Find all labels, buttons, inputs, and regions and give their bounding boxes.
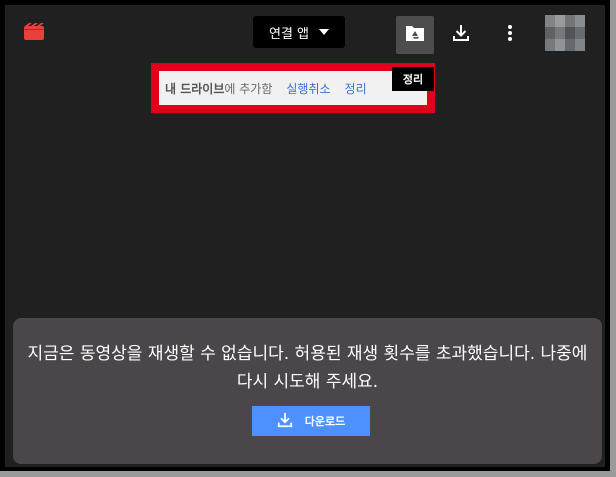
playback-error-panel: 지금은 동영상을 재생할 수 없습니다. 허용된 재생 횟수를 초과했습니다. … [13, 318, 602, 464]
download-icon [277, 412, 293, 431]
window-frame: 연결 앱 내 드라이브 에 추가함 실행취소 정리 정리 지금은 동영상을 재생… [0, 0, 616, 477]
top-toolbar: 연결 앱 [5, 5, 605, 61]
toast-drive-name: 내 드라이브 [165, 81, 225, 96]
toast-content: 내 드라이브 에 추가함 실행취소 정리 [159, 71, 427, 105]
organize-link[interactable]: 정리 [345, 80, 367, 97]
avatar[interactable] [545, 15, 585, 51]
video-viewer: 연결 앱 내 드라이브 에 추가함 실행취소 정리 정리 지금은 동영상을 재생… [5, 5, 605, 467]
connect-apps-label: 연결 앱 [268, 26, 309, 42]
more-vert-icon [507, 24, 513, 46]
add-to-drive-icon [405, 24, 425, 46]
toast-message: 에 추가함 [224, 81, 273, 96]
download-icon [452, 24, 470, 46]
chevron-down-icon [319, 29, 329, 35]
playback-error-message: 지금은 동영상을 재생할 수 없습니다. 허용된 재생 횟수를 초과했습니다. … [27, 344, 588, 392]
download-file-label: 다운로드 [304, 415, 346, 428]
more-options-button[interactable] [491, 16, 529, 54]
movie-file-icon [23, 23, 45, 41]
connect-apps-button[interactable]: 연결 앱 [253, 16, 345, 48]
organize-tooltip: 정리 [392, 67, 434, 91]
download-file-button[interactable]: 다운로드 [252, 406, 370, 436]
undo-link[interactable]: 실행취소 [286, 80, 330, 97]
download-button[interactable] [442, 16, 480, 54]
add-to-drive-button[interactable] [396, 16, 434, 54]
